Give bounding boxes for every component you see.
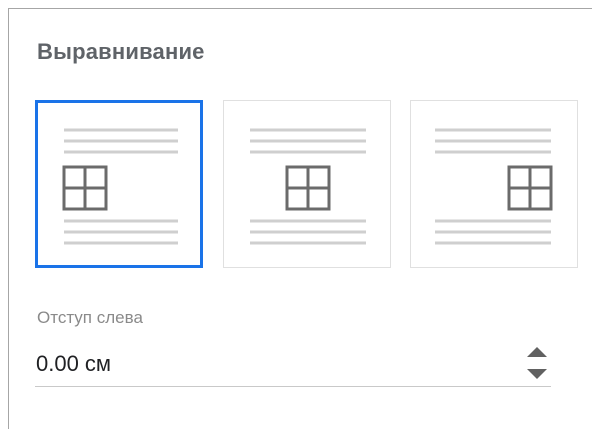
triangle-up-icon[interactable]	[525, 343, 549, 361]
align-left-option[interactable]	[35, 100, 203, 268]
indent-stepper[interactable]	[525, 343, 549, 383]
table-icon	[285, 165, 331, 211]
table-icon	[507, 165, 553, 211]
align-right-option[interactable]	[410, 100, 578, 268]
indent-left-field[interactable]	[35, 341, 551, 387]
alignment-panel: Выравнивание Отступ слева 0.00 см	[8, 8, 592, 429]
align-center-illustration	[250, 128, 366, 245]
table-icon	[62, 165, 108, 211]
align-left-illustration	[62, 128, 178, 245]
indent-left-label: Отступ слева	[37, 308, 143, 327]
align-center-option[interactable]	[223, 100, 391, 268]
section-heading: Выравнивание	[37, 39, 205, 64]
triangle-down-icon[interactable]	[525, 365, 549, 383]
indent-left-input[interactable]	[36, 351, 436, 377]
align-right-illustration	[435, 128, 553, 245]
